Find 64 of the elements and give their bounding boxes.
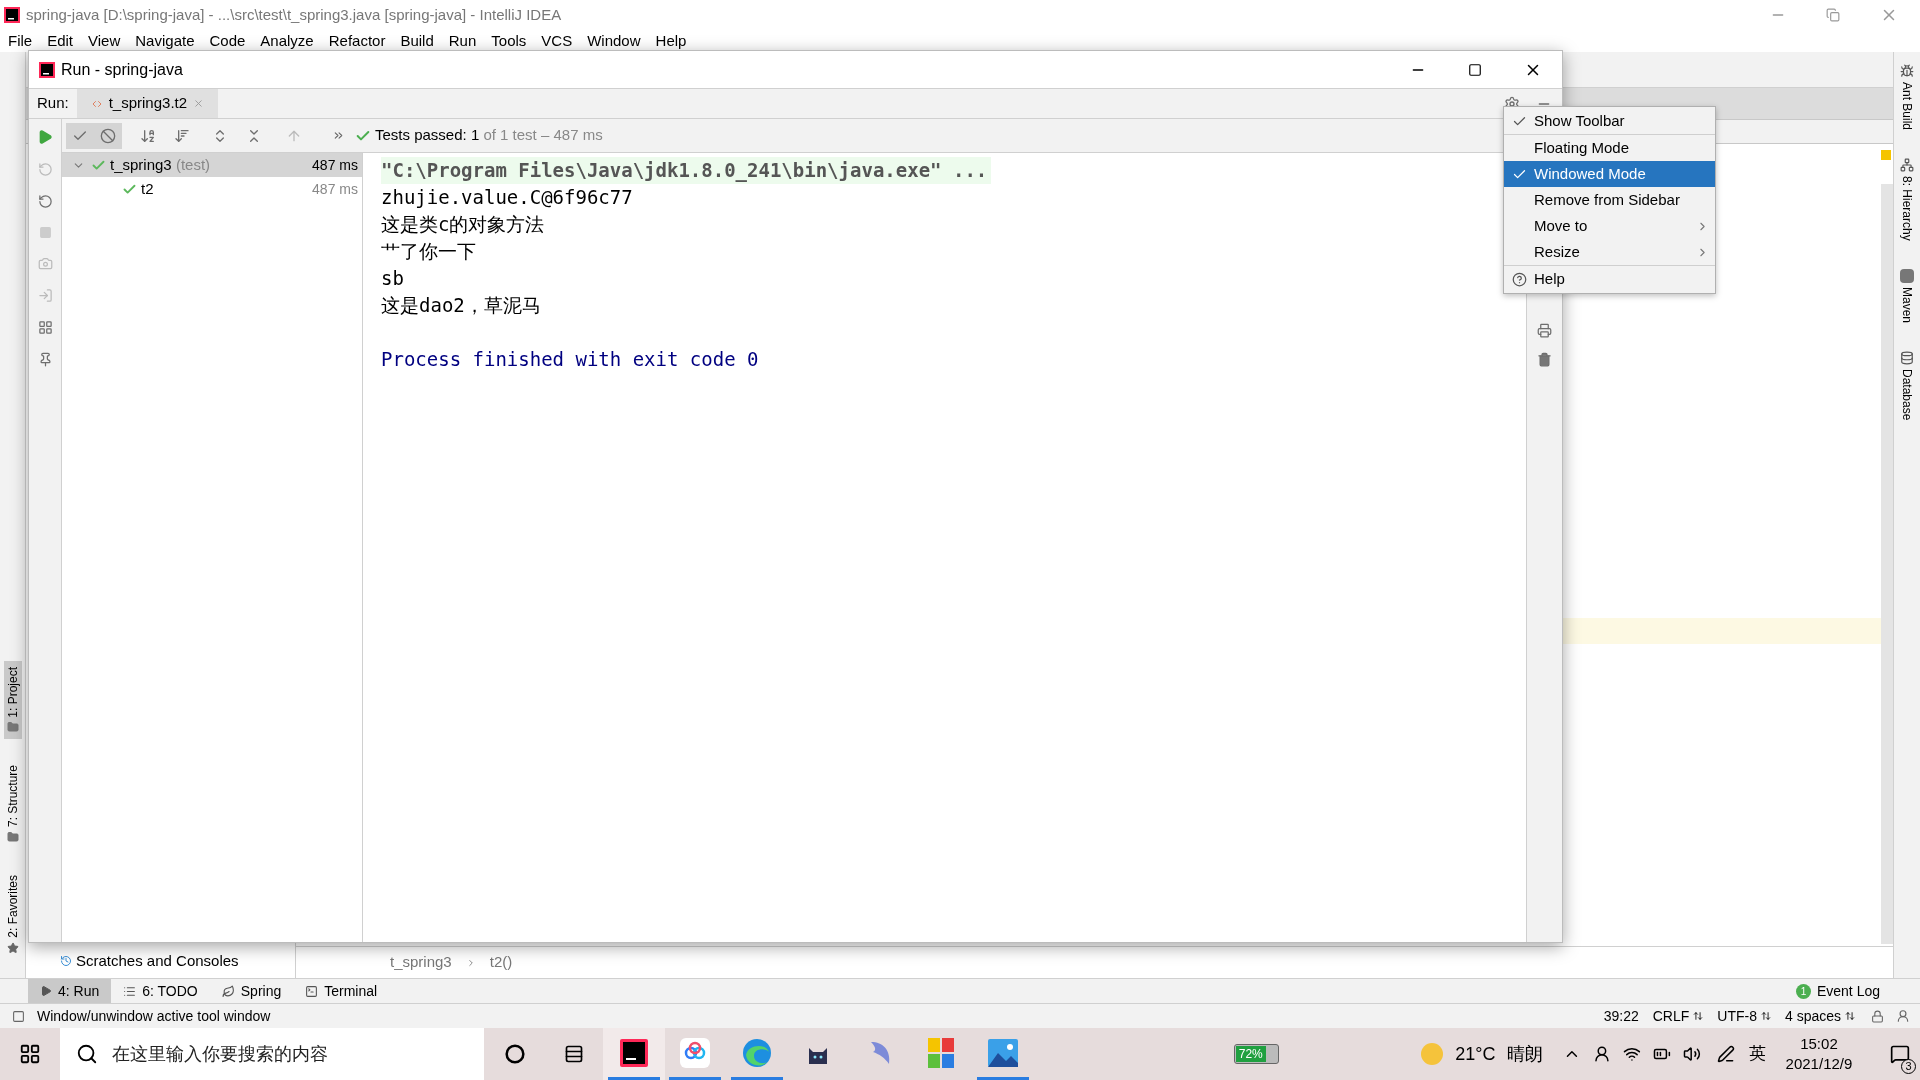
menu-item[interactable]: Help [1504, 266, 1715, 292]
console-line: sb [381, 267, 404, 289]
menu-item[interactable]: Navigate [135, 29, 195, 53]
event-log-tab[interactable]: 1 Event Log [1795, 980, 1880, 1002]
breadcrumb[interactable]: t_spring3 [390, 951, 452, 974]
battery-indicator: 72% [1233, 1044, 1280, 1064]
menu-item[interactable]: Floating Mode [1504, 135, 1715, 161]
weather-condition[interactable]: 晴朗 [1507, 1040, 1544, 1068]
menu-item[interactable]: Move to [1504, 213, 1715, 239]
menu-item[interactable]: Code [209, 29, 246, 53]
tool-window-tab[interactable]: 8: Hierarchy [1898, 158, 1916, 241]
tool-window-tab[interactable]: Ant Build [1898, 64, 1916, 131]
tool-window-tab[interactable]: Maven [1898, 268, 1916, 323]
taskbar-search-field[interactable]: 在这里输入你要搜索的内容 [59, 1028, 485, 1080]
run-label: Run: [36, 93, 70, 114]
menu-item[interactable]: VCS [541, 29, 573, 53]
tool-window-tab[interactable]: 6: TODO [111, 979, 210, 1003]
status-widget[interactable]: UTF-8 [1717, 1005, 1771, 1027]
tree-item[interactable]: Scratches and Consoles [60, 952, 295, 970]
console-line: 这是dao2，草泥马 [381, 294, 541, 316]
console-command: "C:\Program Files\Java\jdk1.8.0_241\bin\java.exe" ... [381, 157, 992, 184]
menu-item[interactable]: Analyze [260, 29, 314, 53]
notification-count: 3 [1901, 1059, 1916, 1074]
tool-window-tab[interactable]: Terminal [293, 979, 390, 1003]
menu-item[interactable]: View [88, 29, 121, 53]
tool-window-tab[interactable]: 4: Run [28, 979, 112, 1003]
tool-window-tab[interactable]: 7: Structure [3, 759, 22, 850]
tool-window-tab[interactable]: Database [1898, 350, 1916, 421]
status-widget[interactable]: 4 spaces [1784, 1005, 1855, 1027]
input-method[interactable]: 英 [1748, 1041, 1766, 1067]
run-window-title: Run - spring-java [61, 59, 183, 80]
console-line: 艹了你一下 [381, 240, 476, 262]
run-tab[interactable]: t_spring3.t2 [76, 89, 219, 118]
console-line: 这是类c的对象方法 [381, 213, 545, 235]
tool-window-tab[interactable]: 2: Favorites [3, 869, 22, 960]
tree-row[interactable]: t2 487 ms [62, 177, 362, 201]
menu-item[interactable]: Run [448, 29, 477, 53]
status-message: Window/unwindow active tool window [37, 1006, 271, 1026]
tree-row[interactable]: t_spring3 (test) 487 ms [62, 153, 362, 177]
notification-badge: 1 [1795, 983, 1811, 999]
window-title: spring-java [D:\spring-java] - ...\src\test\t_spring3.java [spring-java] - IntelliJ IDEA [26, 4, 562, 25]
menu-item[interactable]: File [8, 29, 33, 53]
tool-window-tab[interactable]: 1: Project [3, 660, 22, 740]
test-status: Tests passed: 1 of 1 test – 487 ms [375, 125, 603, 146]
menu-item[interactable]: Windowed Mode [1504, 161, 1715, 187]
status-widget[interactable]: CRLF [1652, 1005, 1704, 1027]
menu-item[interactable]: Build [400, 29, 434, 53]
temperature[interactable]: 21°C [1455, 1040, 1496, 1068]
menu-item[interactable]: Tools [491, 29, 527, 53]
breadcrumb[interactable]: t2() [489, 951, 513, 974]
console-exit-line: Process finished with exit code 0 [381, 348, 759, 370]
menu-item[interactable]: Resize [1504, 239, 1715, 265]
caret-position[interactable]: 39:22 [1603, 1005, 1639, 1027]
menu-item[interactable]: Remove from Sidebar [1504, 187, 1715, 213]
menu-item[interactable]: Refactor [328, 29, 386, 53]
menu-item[interactable]: Edit [47, 29, 74, 53]
console-line: zhujie.value.C@6f96c77 [381, 186, 633, 208]
menu-item[interactable]: Show Toolbar [1504, 108, 1715, 134]
notification-button[interactable]: 3 [1880, 1028, 1920, 1080]
tool-window-tab[interactable]: Spring [209, 979, 294, 1003]
clock[interactable]: 15:02 2021/12/9 [1785, 1034, 1853, 1074]
menu-item[interactable]: Help [655, 29, 687, 53]
search-input[interactable]: 在这里输入你要搜索的内容 [111, 1040, 472, 1068]
menu-item[interactable]: Window [587, 29, 641, 53]
